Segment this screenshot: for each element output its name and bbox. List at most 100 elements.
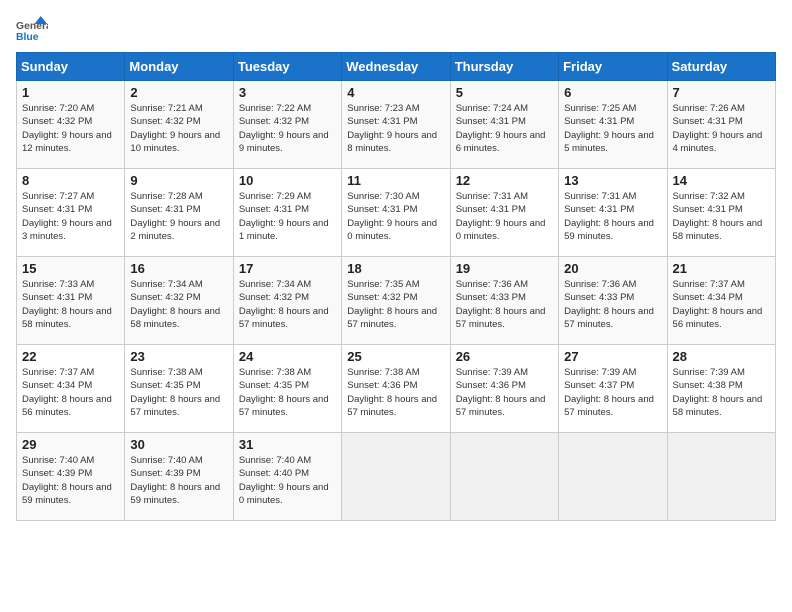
day-info: Sunrise: 7:34 AMSunset: 4:32 PMDaylight:… [130, 279, 220, 330]
calendar-cell: 14 Sunrise: 7:32 AMSunset: 4:31 PMDaylig… [667, 169, 775, 257]
day-info: Sunrise: 7:21 AMSunset: 4:32 PMDaylight:… [130, 103, 220, 154]
day-info: Sunrise: 7:39 AMSunset: 4:38 PMDaylight:… [673, 367, 763, 418]
day-number: 22 [22, 349, 119, 364]
weekday-header-sunday: Sunday [17, 53, 125, 81]
calendar-cell: 31 Sunrise: 7:40 AMSunset: 4:40 PMDaylig… [233, 433, 341, 521]
calendar-cell: 9 Sunrise: 7:28 AMSunset: 4:31 PMDayligh… [125, 169, 233, 257]
calendar-week-2: 8 Sunrise: 7:27 AMSunset: 4:31 PMDayligh… [17, 169, 776, 257]
calendar-cell [450, 433, 558, 521]
day-number: 14 [673, 173, 770, 188]
day-number: 28 [673, 349, 770, 364]
calendar-cell: 4 Sunrise: 7:23 AMSunset: 4:31 PMDayligh… [342, 81, 450, 169]
day-info: Sunrise: 7:38 AMSunset: 4:35 PMDaylight:… [130, 367, 220, 418]
calendar-cell: 8 Sunrise: 7:27 AMSunset: 4:31 PMDayligh… [17, 169, 125, 257]
weekday-header-monday: Monday [125, 53, 233, 81]
day-number: 10 [239, 173, 336, 188]
day-number: 5 [456, 85, 553, 100]
calendar-table: SundayMondayTuesdayWednesdayThursdayFrid… [16, 52, 776, 521]
day-info: Sunrise: 7:25 AMSunset: 4:31 PMDaylight:… [564, 103, 654, 154]
weekday-header-wednesday: Wednesday [342, 53, 450, 81]
calendar-cell: 22 Sunrise: 7:37 AMSunset: 4:34 PMDaylig… [17, 345, 125, 433]
day-number: 2 [130, 85, 227, 100]
day-number: 3 [239, 85, 336, 100]
calendar-cell: 27 Sunrise: 7:39 AMSunset: 4:37 PMDaylig… [559, 345, 667, 433]
logo: General Blue [16, 16, 48, 44]
calendar-cell: 18 Sunrise: 7:35 AMSunset: 4:32 PMDaylig… [342, 257, 450, 345]
day-info: Sunrise: 7:37 AMSunset: 4:34 PMDaylight:… [22, 367, 112, 418]
day-info: Sunrise: 7:30 AMSunset: 4:31 PMDaylight:… [347, 191, 437, 242]
weekday-header-thursday: Thursday [450, 53, 558, 81]
day-info: Sunrise: 7:40 AMSunset: 4:39 PMDaylight:… [130, 455, 220, 506]
day-info: Sunrise: 7:39 AMSunset: 4:37 PMDaylight:… [564, 367, 654, 418]
day-number: 15 [22, 261, 119, 276]
day-info: Sunrise: 7:31 AMSunset: 4:31 PMDaylight:… [564, 191, 654, 242]
day-info: Sunrise: 7:40 AMSunset: 4:39 PMDaylight:… [22, 455, 112, 506]
weekday-header-row: SundayMondayTuesdayWednesdayThursdayFrid… [17, 53, 776, 81]
day-info: Sunrise: 7:39 AMSunset: 4:36 PMDaylight:… [456, 367, 546, 418]
day-info: Sunrise: 7:28 AMSunset: 4:31 PMDaylight:… [130, 191, 220, 242]
calendar-cell: 20 Sunrise: 7:36 AMSunset: 4:33 PMDaylig… [559, 257, 667, 345]
day-number: 4 [347, 85, 444, 100]
calendar-week-3: 15 Sunrise: 7:33 AMSunset: 4:31 PMDaylig… [17, 257, 776, 345]
day-info: Sunrise: 7:38 AMSunset: 4:36 PMDaylight:… [347, 367, 437, 418]
calendar-cell: 11 Sunrise: 7:30 AMSunset: 4:31 PMDaylig… [342, 169, 450, 257]
day-number: 25 [347, 349, 444, 364]
day-number: 30 [130, 437, 227, 452]
weekday-header-tuesday: Tuesday [233, 53, 341, 81]
calendar-cell: 21 Sunrise: 7:37 AMSunset: 4:34 PMDaylig… [667, 257, 775, 345]
day-number: 29 [22, 437, 119, 452]
day-number: 19 [456, 261, 553, 276]
day-number: 20 [564, 261, 661, 276]
calendar-cell: 6 Sunrise: 7:25 AMSunset: 4:31 PMDayligh… [559, 81, 667, 169]
calendar-cell: 15 Sunrise: 7:33 AMSunset: 4:31 PMDaylig… [17, 257, 125, 345]
day-number: 13 [564, 173, 661, 188]
day-number: 12 [456, 173, 553, 188]
day-info: Sunrise: 7:29 AMSunset: 4:31 PMDaylight:… [239, 191, 329, 242]
calendar-cell: 16 Sunrise: 7:34 AMSunset: 4:32 PMDaylig… [125, 257, 233, 345]
day-info: Sunrise: 7:20 AMSunset: 4:32 PMDaylight:… [22, 103, 112, 154]
calendar-week-5: 29 Sunrise: 7:40 AMSunset: 4:39 PMDaylig… [17, 433, 776, 521]
day-info: Sunrise: 7:36 AMSunset: 4:33 PMDaylight:… [456, 279, 546, 330]
day-info: Sunrise: 7:38 AMSunset: 4:35 PMDaylight:… [239, 367, 329, 418]
calendar-cell: 1 Sunrise: 7:20 AMSunset: 4:32 PMDayligh… [17, 81, 125, 169]
calendar-cell: 13 Sunrise: 7:31 AMSunset: 4:31 PMDaylig… [559, 169, 667, 257]
day-info: Sunrise: 7:32 AMSunset: 4:31 PMDaylight:… [673, 191, 763, 242]
calendar-cell: 17 Sunrise: 7:34 AMSunset: 4:32 PMDaylig… [233, 257, 341, 345]
calendar-cell [667, 433, 775, 521]
day-number: 18 [347, 261, 444, 276]
calendar-cell [559, 433, 667, 521]
calendar-cell: 29 Sunrise: 7:40 AMSunset: 4:39 PMDaylig… [17, 433, 125, 521]
weekday-header-friday: Friday [559, 53, 667, 81]
day-info: Sunrise: 7:34 AMSunset: 4:32 PMDaylight:… [239, 279, 329, 330]
weekday-header-saturday: Saturday [667, 53, 775, 81]
calendar-cell: 19 Sunrise: 7:36 AMSunset: 4:33 PMDaylig… [450, 257, 558, 345]
day-info: Sunrise: 7:26 AMSunset: 4:31 PMDaylight:… [673, 103, 763, 154]
calendar-cell: 10 Sunrise: 7:29 AMSunset: 4:31 PMDaylig… [233, 169, 341, 257]
day-number: 21 [673, 261, 770, 276]
day-number: 11 [347, 173, 444, 188]
calendar-week-1: 1 Sunrise: 7:20 AMSunset: 4:32 PMDayligh… [17, 81, 776, 169]
day-info: Sunrise: 7:33 AMSunset: 4:31 PMDaylight:… [22, 279, 112, 330]
day-info: Sunrise: 7:35 AMSunset: 4:32 PMDaylight:… [347, 279, 437, 330]
calendar-cell: 5 Sunrise: 7:24 AMSunset: 4:31 PMDayligh… [450, 81, 558, 169]
day-number: 9 [130, 173, 227, 188]
day-info: Sunrise: 7:24 AMSunset: 4:31 PMDaylight:… [456, 103, 546, 154]
logo-icon: General Blue [16, 16, 48, 44]
calendar-cell [342, 433, 450, 521]
day-info: Sunrise: 7:22 AMSunset: 4:32 PMDaylight:… [239, 103, 329, 154]
day-info: Sunrise: 7:31 AMSunset: 4:31 PMDaylight:… [456, 191, 546, 242]
day-number: 8 [22, 173, 119, 188]
day-info: Sunrise: 7:37 AMSunset: 4:34 PMDaylight:… [673, 279, 763, 330]
calendar-cell: 3 Sunrise: 7:22 AMSunset: 4:32 PMDayligh… [233, 81, 341, 169]
day-number: 23 [130, 349, 227, 364]
calendar-cell: 12 Sunrise: 7:31 AMSunset: 4:31 PMDaylig… [450, 169, 558, 257]
day-info: Sunrise: 7:27 AMSunset: 4:31 PMDaylight:… [22, 191, 112, 242]
day-info: Sunrise: 7:40 AMSunset: 4:40 PMDaylight:… [239, 455, 329, 506]
day-number: 6 [564, 85, 661, 100]
calendar-cell: 7 Sunrise: 7:26 AMSunset: 4:31 PMDayligh… [667, 81, 775, 169]
day-number: 7 [673, 85, 770, 100]
calendar-week-4: 22 Sunrise: 7:37 AMSunset: 4:34 PMDaylig… [17, 345, 776, 433]
calendar-cell: 2 Sunrise: 7:21 AMSunset: 4:32 PMDayligh… [125, 81, 233, 169]
svg-text:Blue: Blue [16, 32, 39, 43]
calendar-cell: 28 Sunrise: 7:39 AMSunset: 4:38 PMDaylig… [667, 345, 775, 433]
